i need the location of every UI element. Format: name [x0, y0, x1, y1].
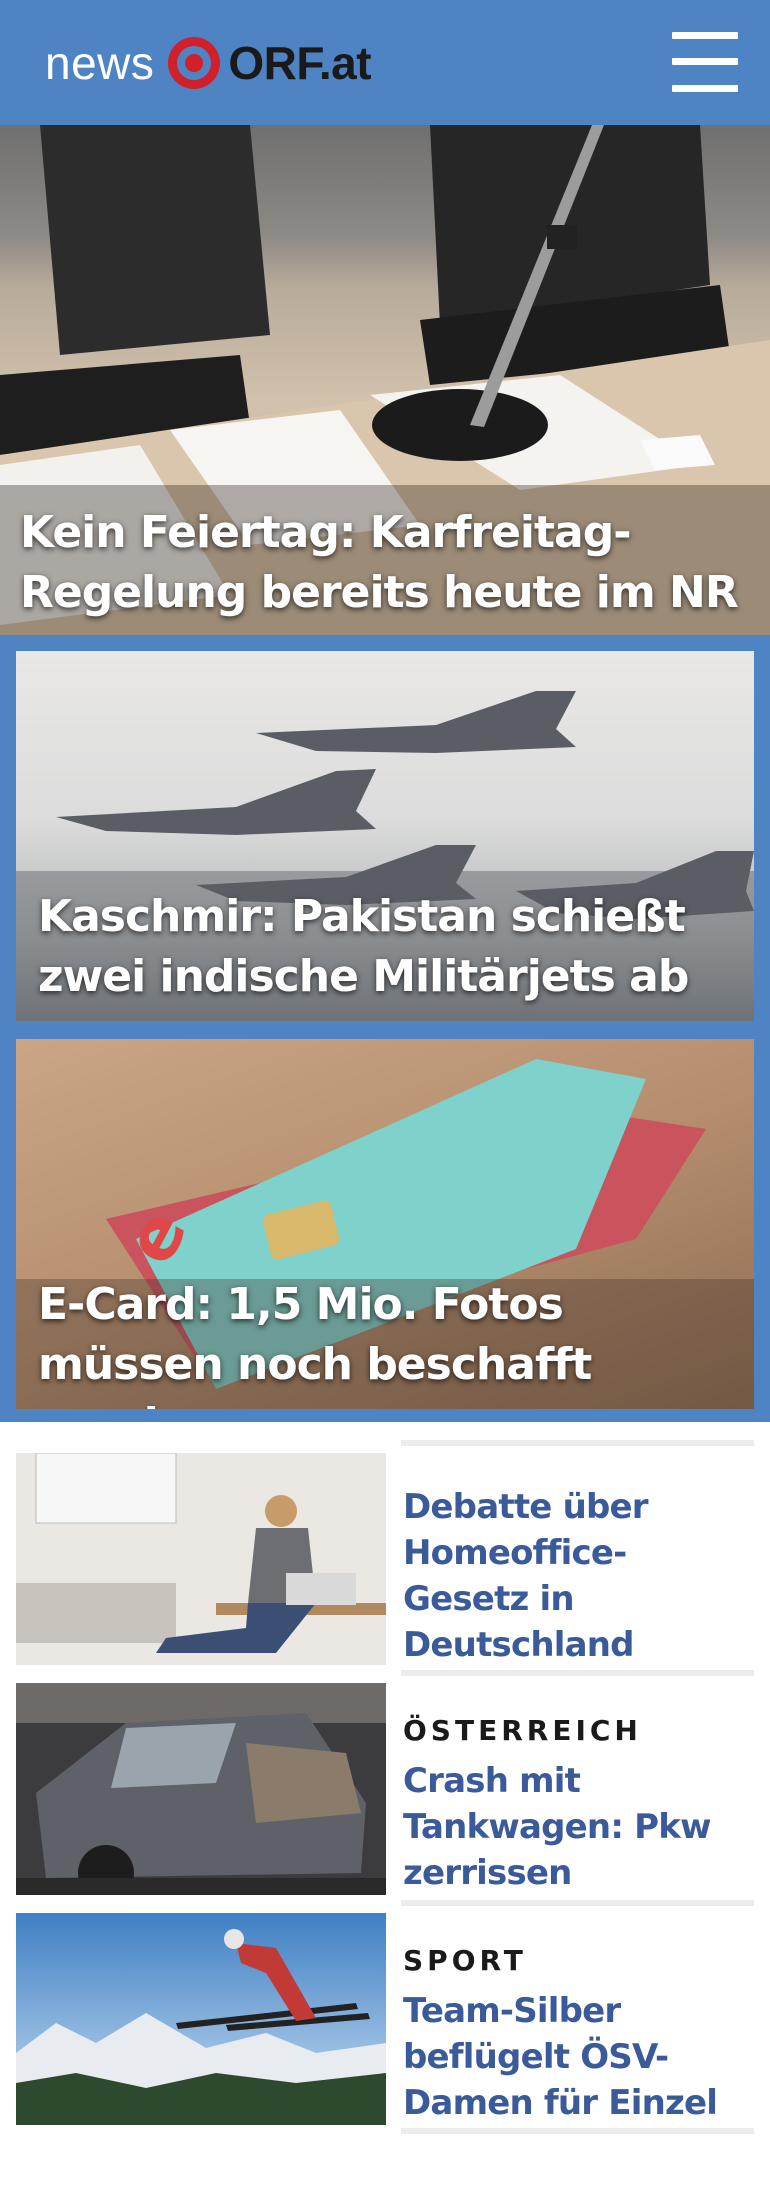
list-item-text: ÖSTERREICH Crash mit Tankwagen: Pkw zerr…	[401, 1670, 754, 1903]
hero-story[interactable]: Kein Feiertag: Karfreitag-Regelung berei…	[0, 125, 770, 635]
featured-story-1[interactable]: Kaschmir: Pakistan schießt zwei indische…	[16, 651, 754, 1021]
ski-jump-thumbnail	[16, 1913, 386, 2125]
list-item-title[interactable]: Debatte über Homeoffice-Gesetz in Deutsc…	[403, 1484, 748, 1668]
news-orf-logo[interactable]: news ORF.at	[45, 30, 372, 96]
list-item-crash[interactable]: ÖSTERREICH Crash mit Tankwagen: Pkw zerr…	[16, 1670, 754, 1895]
list-item-title[interactable]: Team-Silber beflügelt ÖSV-Damen für Einz…	[403, 1988, 748, 2126]
list-divider	[401, 2128, 754, 2134]
list-item-sport[interactable]: SPORT Team-Silber beflügelt ÖSV-Damen fü…	[16, 1900, 754, 2125]
list-item-homeoffice[interactable]: Debatte über Homeoffice-Gesetz in Deutsc…	[16, 1440, 754, 1665]
hero-title[interactable]: Kein Feiertag: Karfreitag-Regelung berei…	[20, 503, 760, 623]
category-label: ÖSTERREICH	[403, 1714, 642, 1747]
category-label: SPORT	[403, 1944, 527, 1977]
list-item-title[interactable]: Crash mit Tankwagen: Pkw zerrissen	[403, 1758, 748, 1896]
list-item-text: Debatte über Homeoffice-Gesetz in Deutsc…	[401, 1440, 754, 1673]
logo-orf-text: ORF.at	[228, 37, 372, 89]
orf-target-icon	[168, 37, 221, 89]
featured-section: Kaschmir: Pakistan schießt zwei indische…	[0, 635, 770, 1422]
app-header: news ORF.at	[0, 0, 770, 125]
featured-story-2[interactable]: e E-Card: 1,5 Mio. Fotos müssen noch bes…	[16, 1039, 754, 1409]
hamburger-menu-icon[interactable]	[672, 32, 738, 92]
featured-title-2[interactable]: E-Card: 1,5 Mio. Fotos müssen noch besch…	[38, 1275, 738, 1409]
homeoffice-thumbnail	[16, 1453, 386, 1665]
crash-thumbnail	[16, 1683, 386, 1895]
list-item-text: SPORT Team-Silber beflügelt ÖSV-Damen fü…	[401, 1900, 754, 2133]
logo-news-text: news	[45, 37, 155, 89]
featured-title-1[interactable]: Kaschmir: Pakistan schießt zwei indische…	[38, 887, 738, 1007]
